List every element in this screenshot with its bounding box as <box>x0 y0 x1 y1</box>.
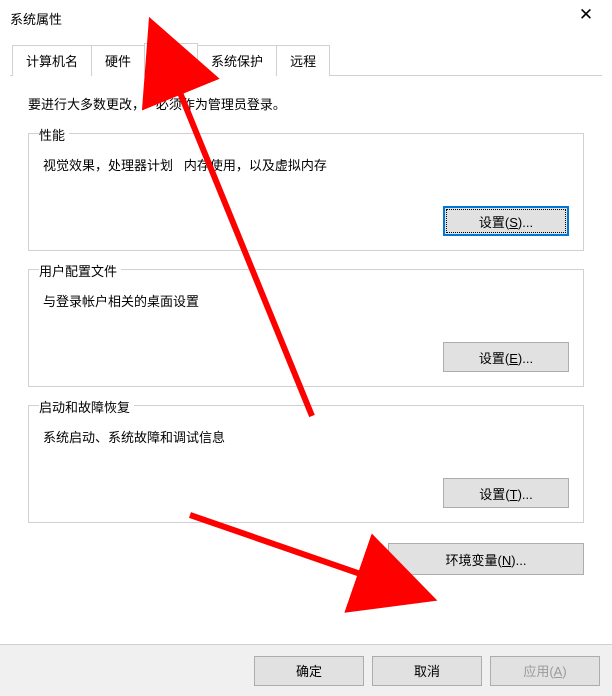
startup-legend: 启动和故障恢复 <box>39 397 134 416</box>
tab-hardware[interactable]: 硬件 <box>91 45 145 76</box>
performance-legend: 性能 <box>39 125 69 144</box>
window-title: 系统属性 <box>10 9 62 28</box>
performance-desc: 视觉效果，处理器计划 内存使用，以及虚拟内存 <box>43 155 569 174</box>
startup-fieldset: 启动和故障恢复 系统启动、系统故障和调试信息 设置(T)... <box>28 405 584 523</box>
user-profiles-desc: 与登录帐户相关的桌面设置 <box>43 291 569 310</box>
environment-variables-button[interactable]: 环境变量(N)... <box>388 543 584 575</box>
close-icon: ✕ <box>579 5 593 25</box>
apply-button[interactable]: 应用(A) <box>490 656 600 686</box>
tab-system-protection[interactable]: 系统保护 <box>197 45 277 76</box>
content-area: 要进行大多数更改， 必须作为管理员登录。 性能 视觉效果，处理器计划 内存使用，… <box>0 76 612 523</box>
tab-advanced[interactable]: 高级 <box>144 43 198 75</box>
user-profiles-legend: 用户配置文件 <box>39 261 121 280</box>
performance-fieldset: 性能 视觉效果，处理器计划 内存使用，以及虚拟内存 设置(S)... <box>28 133 584 251</box>
env-vars-row: 环境变量(N)... <box>0 535 612 575</box>
admin-note: 要进行大多数更改， 必须作为管理员登录。 <box>28 94 584 113</box>
user-profiles-settings-button[interactable]: 设置(E)... <box>443 342 569 372</box>
dialog-buttons: 确定 取消 应用(A) <box>0 644 612 696</box>
tab-bar: 计算机名 硬件 高级 系统保护 远程 <box>10 44 602 76</box>
performance-settings-button[interactable]: 设置(S)... <box>443 206 569 236</box>
tab-remote[interactable]: 远程 <box>276 45 330 76</box>
close-button[interactable]: ✕ <box>566 1 606 29</box>
tab-computer-name[interactable]: 计算机名 <box>12 45 92 76</box>
startup-desc: 系统启动、系统故障和调试信息 <box>43 427 569 446</box>
ok-button[interactable]: 确定 <box>254 656 364 686</box>
cancel-button[interactable]: 取消 <box>372 656 482 686</box>
user-profiles-fieldset: 用户配置文件 与登录帐户相关的桌面设置 设置(E)... <box>28 269 584 387</box>
startup-settings-button[interactable]: 设置(T)... <box>443 478 569 508</box>
titlebar[interactable]: 系统属性 ✕ <box>0 0 612 36</box>
